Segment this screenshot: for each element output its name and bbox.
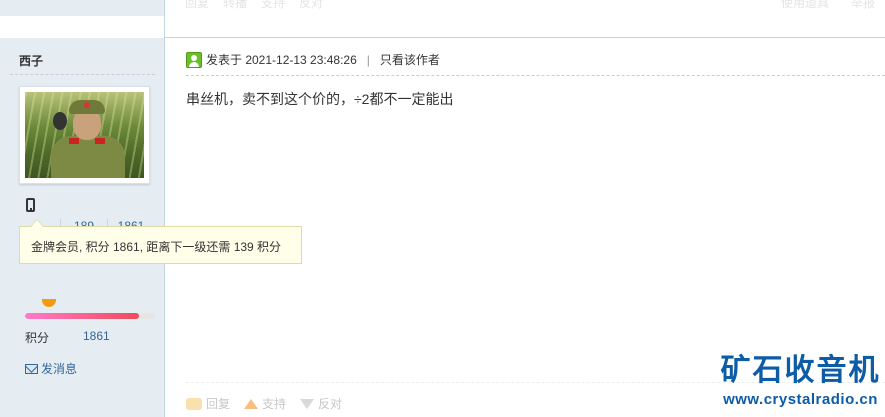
site-watermark: 矿石收音机 www.crystalradio.cn [716, 352, 885, 410]
avatar[interactable] [25, 92, 144, 178]
avatar-headphone [53, 112, 67, 130]
post-header-separator [186, 75, 885, 76]
reply-button[interactable]: 回复 [186, 395, 230, 412]
mobile-phone-icon [26, 198, 35, 212]
level-progress-fill [25, 313, 140, 319]
prev-support-link[interactable]: 支持 [261, 0, 285, 11]
support-button[interactable]: 支持 [244, 395, 286, 412]
watermark-url: www.crystalradio.cn [723, 391, 878, 408]
post-body: 串丝机，卖不到这个价的，÷2都不一定能出 [186, 91, 454, 107]
prev-share-link[interactable]: 转播 [223, 0, 247, 11]
points-label: 积分 [25, 331, 50, 345]
support-label[interactable]: 支持 [262, 395, 286, 412]
previous-post-tools: 使用道具 举报 [781, 0, 875, 11]
send-message-link[interactable]: 发消息 [25, 360, 77, 377]
medal-icon[interactable] [42, 299, 56, 307]
avatar-collar-left [69, 138, 79, 144]
only-author-link[interactable]: 只看该作者 [380, 51, 440, 68]
reply-label[interactable]: 回复 [206, 395, 230, 412]
post-divider-left [0, 16, 165, 38]
thumb-down-icon [300, 398, 315, 409]
forum-post-page: 回复 转播 支持 反对 使用道具 举报 西子 积分 1861 发消息 金牌会员,… [0, 0, 885, 417]
post-divider [0, 16, 885, 38]
avatar-collar-right [95, 138, 105, 144]
mail-icon [25, 363, 38, 374]
reply-icon [186, 397, 202, 410]
points-row: 积分 1861 [25, 329, 145, 346]
post-timestamp: 发表于 2021-12-13 23:48:26 [206, 53, 357, 67]
user-online-icon [186, 51, 202, 68]
level-progress-bar [25, 313, 155, 319]
points-value: 1861 [83, 329, 110, 343]
level-tooltip: 金牌会员, 积分 1861, 距离下一级还需 139 积分 [19, 219, 302, 264]
previous-post-actions: 回复 转播 支持 反对 [185, 0, 323, 11]
thumb-up-icon [244, 398, 259, 409]
oppose-button[interactable]: 反对 [300, 395, 342, 412]
post-header: 发表于 2021-12-13 23:48:26 | 只看该作者 [186, 51, 440, 68]
previous-post-sidebar [0, 0, 165, 16]
oppose-label[interactable]: 反对 [318, 395, 342, 412]
author-username[interactable]: 西子 [19, 52, 43, 69]
avatar-cap-star [84, 102, 90, 108]
prev-oppose-link[interactable]: 反对 [299, 0, 323, 11]
prev-reply-link[interactable]: 回复 [185, 0, 209, 11]
post-actions: 回复 支持 反对 [186, 395, 342, 412]
username-separator [10, 74, 155, 75]
previous-post-footer: 回复 转播 支持 反对 使用道具 举报 [0, 0, 885, 16]
report-link[interactable]: 举报 [851, 0, 875, 11]
header-pipe: | [366, 52, 370, 67]
use-item-link[interactable]: 使用道具 [781, 0, 829, 11]
send-message-label[interactable]: 发消息 [41, 360, 77, 377]
watermark-title: 矿石收音机 [720, 353, 881, 388]
avatar-body [51, 136, 125, 178]
avatar-frame[interactable] [19, 86, 150, 184]
